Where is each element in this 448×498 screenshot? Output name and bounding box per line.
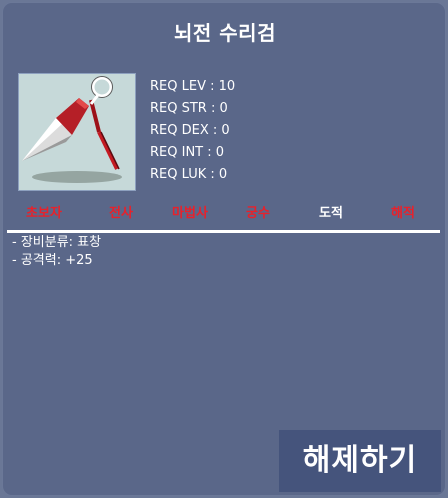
- item-name: 뇌전 수리검: [174, 21, 276, 45]
- job-requirements: 초보자 전사 마법사 궁수 도적 해적: [3, 204, 445, 224]
- item-tooltip-panel: 뇌전 수리검 REQ LEV : 10 REQ STR : 0 REQ DEX …: [2, 2, 446, 496]
- job-bowman: 궁수: [246, 206, 270, 221]
- stat-equipment-type: - 장비분류: 표창: [12, 235, 102, 250]
- job-beginner: 초보자: [26, 206, 62, 221]
- job-thief: 도적: [319, 206, 343, 221]
- req-str: REQ STR : 0: [150, 101, 228, 116]
- req-int: REQ INT : 0: [150, 145, 225, 160]
- unequip-button[interactable]: 해제하기: [279, 430, 441, 492]
- job-magician: 마법사: [172, 206, 208, 221]
- divider: [7, 230, 440, 233]
- req-luk: REQ LUK : 0: [150, 167, 228, 182]
- req-dex: REQ DEX : 0: [150, 123, 230, 138]
- job-warrior: 전사: [109, 206, 133, 221]
- job-pirate: 해적: [391, 206, 415, 221]
- throwing-star-icon: [18, 73, 136, 191]
- requirements-list: REQ LEV : 10 REQ STR : 0 REQ DEX : 0 REQ…: [150, 76, 235, 186]
- stat-attack: - 공격력: +25: [12, 253, 93, 268]
- req-level: REQ LEV : 10: [150, 79, 236, 94]
- item-stats-list: - 장비분류: 표창 - 공격력: +25: [12, 234, 101, 270]
